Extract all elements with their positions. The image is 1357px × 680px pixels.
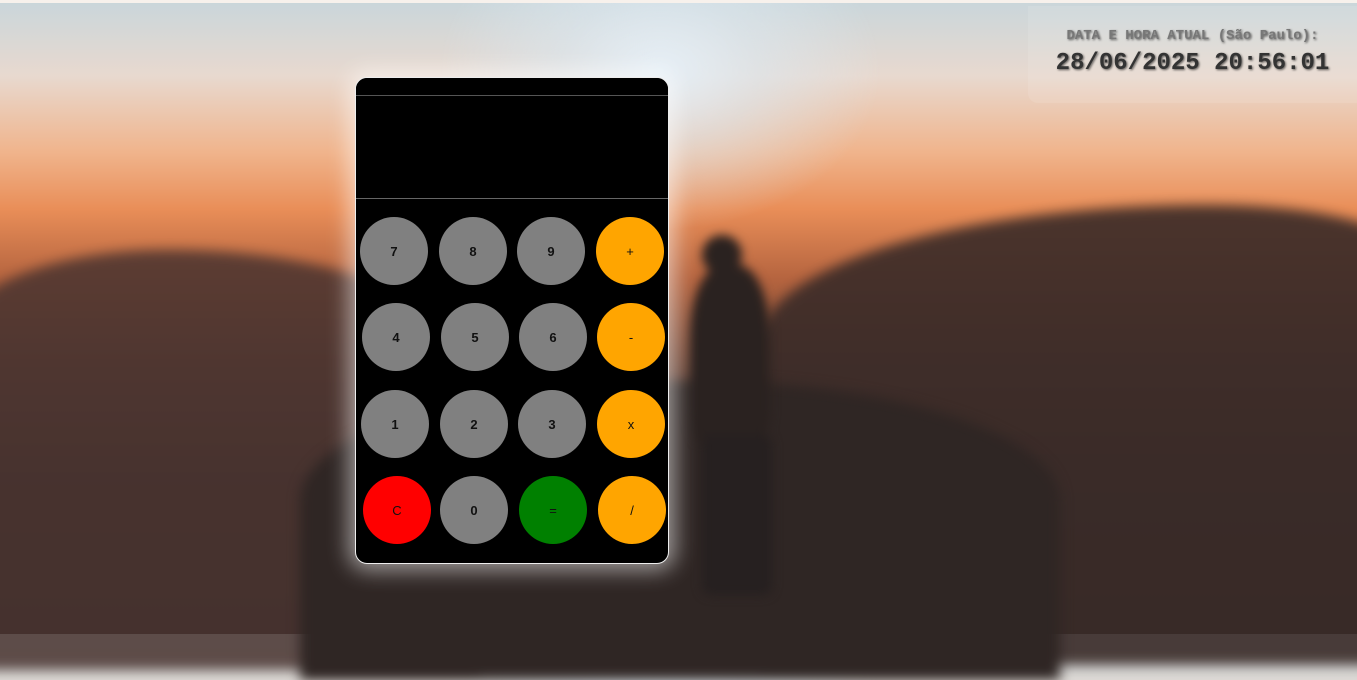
key-6[interactable]: 6: [519, 303, 587, 371]
key-5[interactable]: 5: [441, 303, 509, 371]
top-strip: [0, 0, 1357, 3]
key-7[interactable]: 7: [360, 217, 428, 285]
key-2[interactable]: 2: [440, 390, 508, 458]
add-button[interactable]: +: [596, 217, 664, 285]
datetime-value: 28/06/2025 20:56:01: [1055, 50, 1330, 77]
calculator-top-bar: [356, 78, 668, 96]
key-3[interactable]: 3: [518, 390, 586, 458]
clear-button[interactable]: C: [363, 476, 431, 544]
calculator: 7 8 9 + 4 5 6 - 1 2 3 x C 0 = /: [355, 77, 669, 564]
calculator-display: [356, 96, 668, 199]
key-8[interactable]: 8: [439, 217, 507, 285]
datetime-label: DATA E HORA ATUAL (São Paulo):: [1066, 28, 1319, 44]
subtract-button[interactable]: -: [597, 303, 665, 371]
multiply-button[interactable]: x: [597, 390, 665, 458]
key-1[interactable]: 1: [361, 390, 429, 458]
key-4[interactable]: 4: [362, 303, 430, 371]
equals-button[interactable]: =: [519, 476, 587, 544]
key-9[interactable]: 9: [517, 217, 585, 285]
datetime-panel: DATA E HORA ATUAL (São Paulo): 28/06/202…: [1028, 6, 1357, 103]
divide-button[interactable]: /: [598, 476, 666, 544]
background-person-silhouette: [672, 235, 782, 595]
key-0[interactable]: 0: [440, 476, 508, 544]
